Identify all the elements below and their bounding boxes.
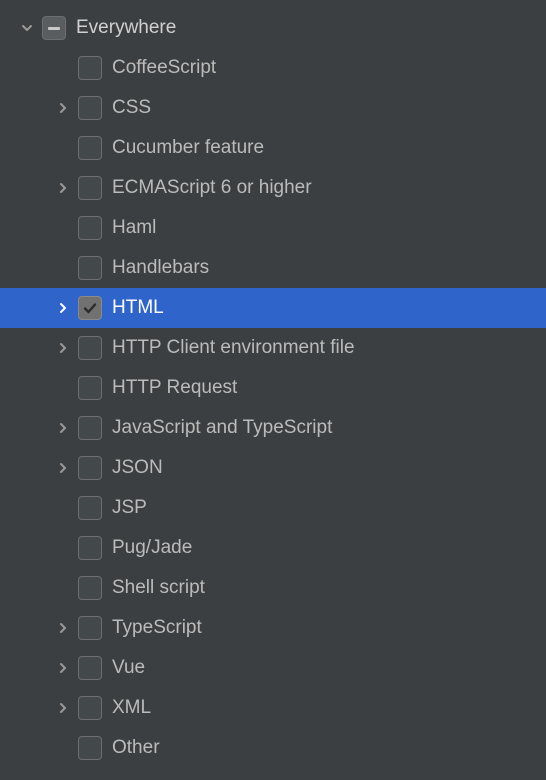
tree-row[interactable]: XML <box>0 688 546 728</box>
tree-row[interactable]: Other <box>0 728 546 768</box>
checkbox[interactable] <box>78 376 102 400</box>
checkbox[interactable] <box>42 16 66 40</box>
checkbox[interactable] <box>78 136 102 160</box>
tree-item-label: HTTP Request <box>112 377 237 399</box>
tree-row[interactable]: JSON <box>0 448 546 488</box>
tree-row[interactable]: Vue <box>0 648 546 688</box>
tree-row[interactable]: HTTP Client environment file <box>0 328 546 368</box>
checkbox[interactable] <box>78 416 102 440</box>
tree-item-label: JSON <box>112 457 163 479</box>
checkbox[interactable] <box>78 336 102 360</box>
tree-item-label: Everywhere <box>76 17 176 39</box>
tree-item-label: Vue <box>112 657 145 679</box>
tree-item-label: Other <box>112 737 160 759</box>
tree-item-label: ECMAScript 6 or higher <box>112 177 312 199</box>
checkbox[interactable] <box>78 736 102 760</box>
checkbox[interactable] <box>78 256 102 280</box>
checkbox[interactable] <box>78 656 102 680</box>
tree-root-row[interactable]: Everywhere <box>0 8 546 48</box>
tree-row[interactable]: Haml <box>0 208 546 248</box>
language-tree: Everywhere CoffeeScript CSS Cucumber featur… <box>0 8 546 768</box>
tree-row[interactable]: Handlebars <box>0 248 546 288</box>
tree-item-label: JavaScript and TypeScript <box>112 417 332 439</box>
tree-item-label: XML <box>112 697 151 719</box>
tree-item-label: Haml <box>112 217 156 239</box>
checkbox[interactable] <box>78 96 102 120</box>
tree-row[interactable]: JavaScript and TypeScript <box>0 408 546 448</box>
chevron-right-icon[interactable] <box>52 657 74 679</box>
chevron-right-icon[interactable] <box>52 337 74 359</box>
tree-item-label: TypeScript <box>112 617 202 639</box>
tree-row[interactable]: ECMAScript 6 or higher <box>0 168 546 208</box>
tree-row[interactable]: HTTP Request <box>0 368 546 408</box>
tree-item-label: JSP <box>112 497 147 519</box>
tree-item-label: Handlebars <box>112 257 209 279</box>
tree-row[interactable]: CoffeeScript <box>0 48 546 88</box>
tree-row[interactable]: TypeScript <box>0 608 546 648</box>
checkbox[interactable] <box>78 616 102 640</box>
tree-row[interactable]: Pug/Jade <box>0 528 546 568</box>
chevron-right-icon[interactable] <box>52 617 74 639</box>
tree-item-label: Pug/Jade <box>112 537 192 559</box>
chevron-right-icon[interactable] <box>52 457 74 479</box>
tree-row[interactable]: Shell script <box>0 568 546 608</box>
chevron-right-icon[interactable] <box>52 177 74 199</box>
tree-item-label: Cucumber feature <box>112 137 264 159</box>
chevron-right-icon[interactable] <box>52 97 74 119</box>
tree-item-label: Shell script <box>112 577 205 599</box>
tree-row[interactable]: JSP <box>0 488 546 528</box>
chevron-down-icon[interactable] <box>16 17 38 39</box>
tree-row[interactable]: Cucumber feature <box>0 128 546 168</box>
chevron-right-icon[interactable] <box>52 297 74 319</box>
checkbox[interactable] <box>78 176 102 200</box>
tree-row[interactable]: CSS <box>0 88 546 128</box>
checkbox[interactable] <box>78 456 102 480</box>
chevron-right-icon[interactable] <box>52 697 74 719</box>
tree-item-label: HTTP Client environment file <box>112 337 355 359</box>
checkbox[interactable] <box>78 576 102 600</box>
tree-item-label: CoffeeScript <box>112 57 216 79</box>
tree-row[interactable]: HTML <box>0 288 546 328</box>
checkbox[interactable] <box>78 696 102 720</box>
checkbox[interactable] <box>78 536 102 560</box>
checkbox[interactable] <box>78 216 102 240</box>
checkbox[interactable] <box>78 296 102 320</box>
checkbox[interactable] <box>78 496 102 520</box>
tree-item-label: CSS <box>112 97 151 119</box>
chevron-right-icon[interactable] <box>52 417 74 439</box>
tree-item-label: HTML <box>112 297 164 319</box>
checkbox[interactable] <box>78 56 102 80</box>
